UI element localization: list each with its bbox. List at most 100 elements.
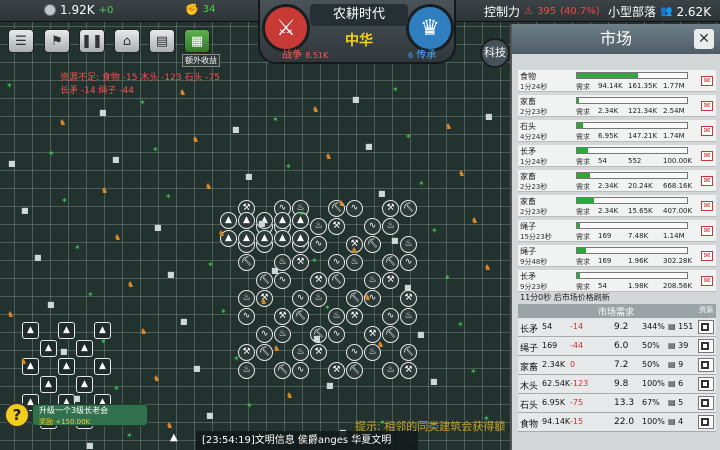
building-tile[interactable]: ∿: [346, 344, 363, 361]
building-tile[interactable]: ⛏: [382, 326, 399, 343]
close-button[interactable]: ✕: [694, 29, 714, 49]
terrain-resource-icon: ■: [180, 317, 188, 326]
terrain-resource-icon: ✶: [405, 132, 412, 141]
building-tile[interactable]: ⚒: [328, 362, 345, 379]
market-row[interactable]: 石头 4分24秒 需求 6.95K 147.21K 1.74M ✉: [518, 120, 716, 142]
building-tile[interactable]: ⚒: [292, 254, 309, 271]
building-tile[interactable]: ∿: [382, 308, 399, 325]
building-tile[interactable]: ⛏: [382, 254, 399, 271]
settlement-tile[interactable]: ▲: [238, 212, 255, 229]
envelope-icon[interactable]: ✉: [701, 151, 713, 161]
envelope-icon[interactable]: ✉: [701, 126, 713, 136]
building-tile[interactable]: ♨: [292, 344, 309, 361]
settlement-tile[interactable]: ▲: [58, 358, 75, 375]
building-tile[interactable]: ♨: [382, 218, 399, 235]
help-button[interactable]: ?: [4, 402, 30, 428]
building-tile[interactable]: ⚒: [310, 272, 327, 289]
building-tile[interactable]: ⛏: [238, 254, 255, 271]
building-tile[interactable]: ♨: [238, 362, 255, 379]
temple-icon: ⌂: [122, 33, 132, 49]
building-tile[interactable]: ⚒: [238, 344, 255, 361]
building-tile[interactable]: ⛏: [346, 362, 363, 379]
settlement-tile[interactable]: ▲: [220, 212, 237, 229]
envelope-icon[interactable]: ✉: [701, 276, 713, 286]
building-tile[interactable]: ⛏: [364, 236, 381, 253]
settlement-tile[interactable]: ▲: [76, 340, 93, 357]
envelope-icon[interactable]: ✉: [701, 176, 713, 186]
settlement-tile[interactable]: ▲: [292, 230, 309, 247]
building-tile[interactable]: ⚒: [346, 308, 363, 325]
tech-button[interactable]: 科技: [480, 38, 510, 68]
building-tile[interactable]: ∿: [310, 236, 327, 253]
menu-button[interactable]: ☰: [8, 29, 34, 53]
building-tile[interactable]: ⛏: [292, 308, 309, 325]
building-tile[interactable]: ⚒: [274, 308, 291, 325]
building-tile[interactable]: ♨: [382, 362, 399, 379]
building-tile[interactable]: ∿: [292, 362, 309, 379]
market-row[interactable]: 家畜 2分23秒 需求 2.34K 15.65K 407.00K ✉: [518, 195, 716, 217]
building-tile[interactable]: ∿: [364, 218, 381, 235]
building-tile[interactable]: ⛏: [256, 344, 273, 361]
building-tile[interactable]: ⛏: [274, 362, 291, 379]
quest-banner[interactable]: 升级一个3级长老会 奖励 +150.00K: [32, 404, 148, 426]
legacy-emblem[interactable]: ♛: [406, 4, 454, 52]
market-row[interactable]: 食物 1分24秒 需求 94.14K 161.35K 1.77M ✉: [518, 70, 716, 92]
building-tile[interactable]: ∿: [292, 290, 309, 307]
building-tile[interactable]: ⛏: [328, 272, 345, 289]
envelope-icon[interactable]: ✉: [701, 226, 713, 236]
market-row[interactable]: 长矛 1分24秒 需求 54 552 100.00K ✉: [518, 145, 716, 167]
settlement-tile[interactable]: ▲: [40, 340, 57, 357]
building-tile[interactable]: ♨: [310, 218, 327, 235]
building-tile[interactable]: ⛏: [400, 344, 417, 361]
building-tile[interactable]: ∿: [400, 254, 417, 271]
market-row[interactable]: 家畜 2分23秒 需求 2.34K 121.34K 2.54M ✉: [518, 95, 716, 117]
market-row[interactable]: 长矛 9分23秒 需求 54 1.98K 208.56K ✉: [518, 270, 716, 292]
envelope-icon[interactable]: ✉: [701, 251, 713, 261]
building-tile[interactable]: ∿: [346, 200, 363, 217]
building-tile[interactable]: ♨: [238, 290, 255, 307]
settlement-tile[interactable]: ▲: [40, 376, 57, 393]
building-tile[interactable]: ⚒: [400, 290, 417, 307]
banner-button[interactable]: ⚑: [44, 29, 70, 53]
progress-bar: [576, 172, 688, 179]
building-tile[interactable]: ⚒: [382, 272, 399, 289]
building-tile[interactable]: ⛏: [400, 200, 417, 217]
settlement-tile[interactable]: ▲: [76, 376, 93, 393]
envelope-icon[interactable]: ✉: [701, 201, 713, 211]
settlement-tile[interactable]: ▲: [94, 358, 111, 375]
building-tile[interactable]: ∿: [238, 308, 255, 325]
building-tile[interactable]: ♨: [346, 254, 363, 271]
building-tile[interactable]: ♨: [400, 236, 417, 253]
building-tile[interactable]: ∿: [256, 326, 273, 343]
expand-log-icon[interactable]: ▲: [170, 432, 178, 443]
muscle-icon: ✊: [185, 3, 199, 16]
building-tile[interactable]: ⚒: [400, 362, 417, 379]
war-emblem[interactable]: ⚔: [262, 4, 310, 52]
market-row[interactable]: 家畜 2分23秒 需求 2.34K 20.24K 668.16K ✉: [518, 170, 716, 192]
settlement-tile[interactable]: ▲: [58, 322, 75, 339]
building-tile[interactable]: ⚒: [382, 200, 399, 217]
settlement-tile[interactable]: ▲: [22, 322, 39, 339]
settlement-tile[interactable]: ▲: [238, 230, 255, 247]
extra-income-button[interactable]: ▦: [184, 29, 210, 53]
settlement-tile[interactable]: ▲: [256, 230, 273, 247]
pause-button[interactable]: ❚❚: [79, 29, 105, 53]
building-tile[interactable]: ∿: [328, 254, 345, 271]
building-tile[interactable]: ♨: [400, 308, 417, 325]
building-tile[interactable]: ♨: [274, 326, 291, 343]
building-tile[interactable]: ∿: [328, 326, 345, 343]
settlement-tile[interactable]: ▲: [274, 212, 291, 229]
envelope-icon[interactable]: ✉: [701, 101, 713, 111]
buildings-button[interactable]: ⌂: [114, 29, 140, 53]
market-row[interactable]: 绳子 9分48秒 需求 169 1.96K 302.28K ✉: [518, 245, 716, 267]
resource-icon: [698, 358, 714, 372]
envelope-icon[interactable]: ✉: [701, 76, 713, 86]
settlement-tile[interactable]: ▲: [274, 230, 291, 247]
building-tile[interactable]: ⛏: [346, 290, 363, 307]
building-tile[interactable]: ⚒: [328, 218, 345, 235]
book-button[interactable]: ▤: [149, 29, 175, 53]
building-tile[interactable]: ♨: [364, 272, 381, 289]
event-log[interactable]: [23:54:19]文明信息 侯爵anges 华夏文明: [196, 431, 418, 450]
market-row[interactable]: 绳子 15分23秒 需求 169 7.48K 1.14M ✉: [518, 220, 716, 242]
building-tile[interactable]: ⚒: [310, 344, 327, 361]
